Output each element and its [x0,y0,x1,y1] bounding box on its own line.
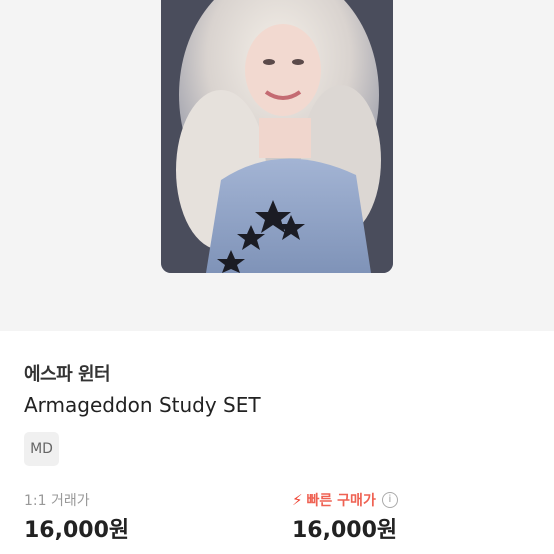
trade-price: 16,000원 [24,518,130,543]
quick-price-label: ⚡ 빠른 구매가 i [292,490,398,510]
trade-price-label: 1:1 거래가 [24,493,90,509]
lightning-icon: ⚡ [292,491,303,509]
product-image-area [0,0,554,331]
product-photo[interactable] [161,0,393,273]
category-tag: MD [24,432,59,466]
quick-price-label-text: 빠른 구매가 [306,493,376,509]
quick-price: 16,000원 [292,518,398,543]
artist-name[interactable]: 에스파 윈터 [24,360,111,386]
product-title: Armageddon Study SET [24,393,261,417]
info-icon[interactable]: i [381,492,398,508]
